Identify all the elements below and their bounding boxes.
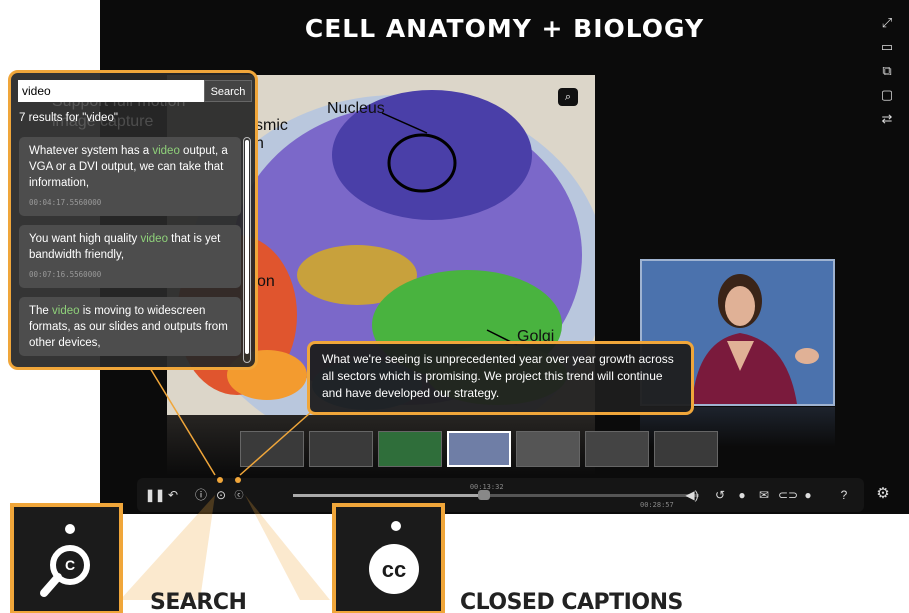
indicator-dot	[65, 524, 75, 534]
search-zoom-callout: C	[10, 503, 123, 613]
promo-screenshot: CELL ANATOMY + BIOLOGY ⤢ ▭ ⧉ ▢ ⇄ Nucleus…	[0, 0, 909, 613]
closed-captions-label: CLOSED CAPTIONS	[460, 590, 683, 613]
svg-text:cc: cc	[382, 557, 406, 582]
search-label: SEARCH	[150, 590, 247, 613]
svg-text:C: C	[65, 557, 75, 573]
cc-zoom-callout: cc	[332, 503, 445, 613]
closed-captions-icon: cc	[369, 544, 419, 594]
indicator-dot	[391, 521, 401, 531]
background-text: Support full motion image capture	[52, 93, 186, 130]
search-icon: C	[40, 545, 90, 597]
